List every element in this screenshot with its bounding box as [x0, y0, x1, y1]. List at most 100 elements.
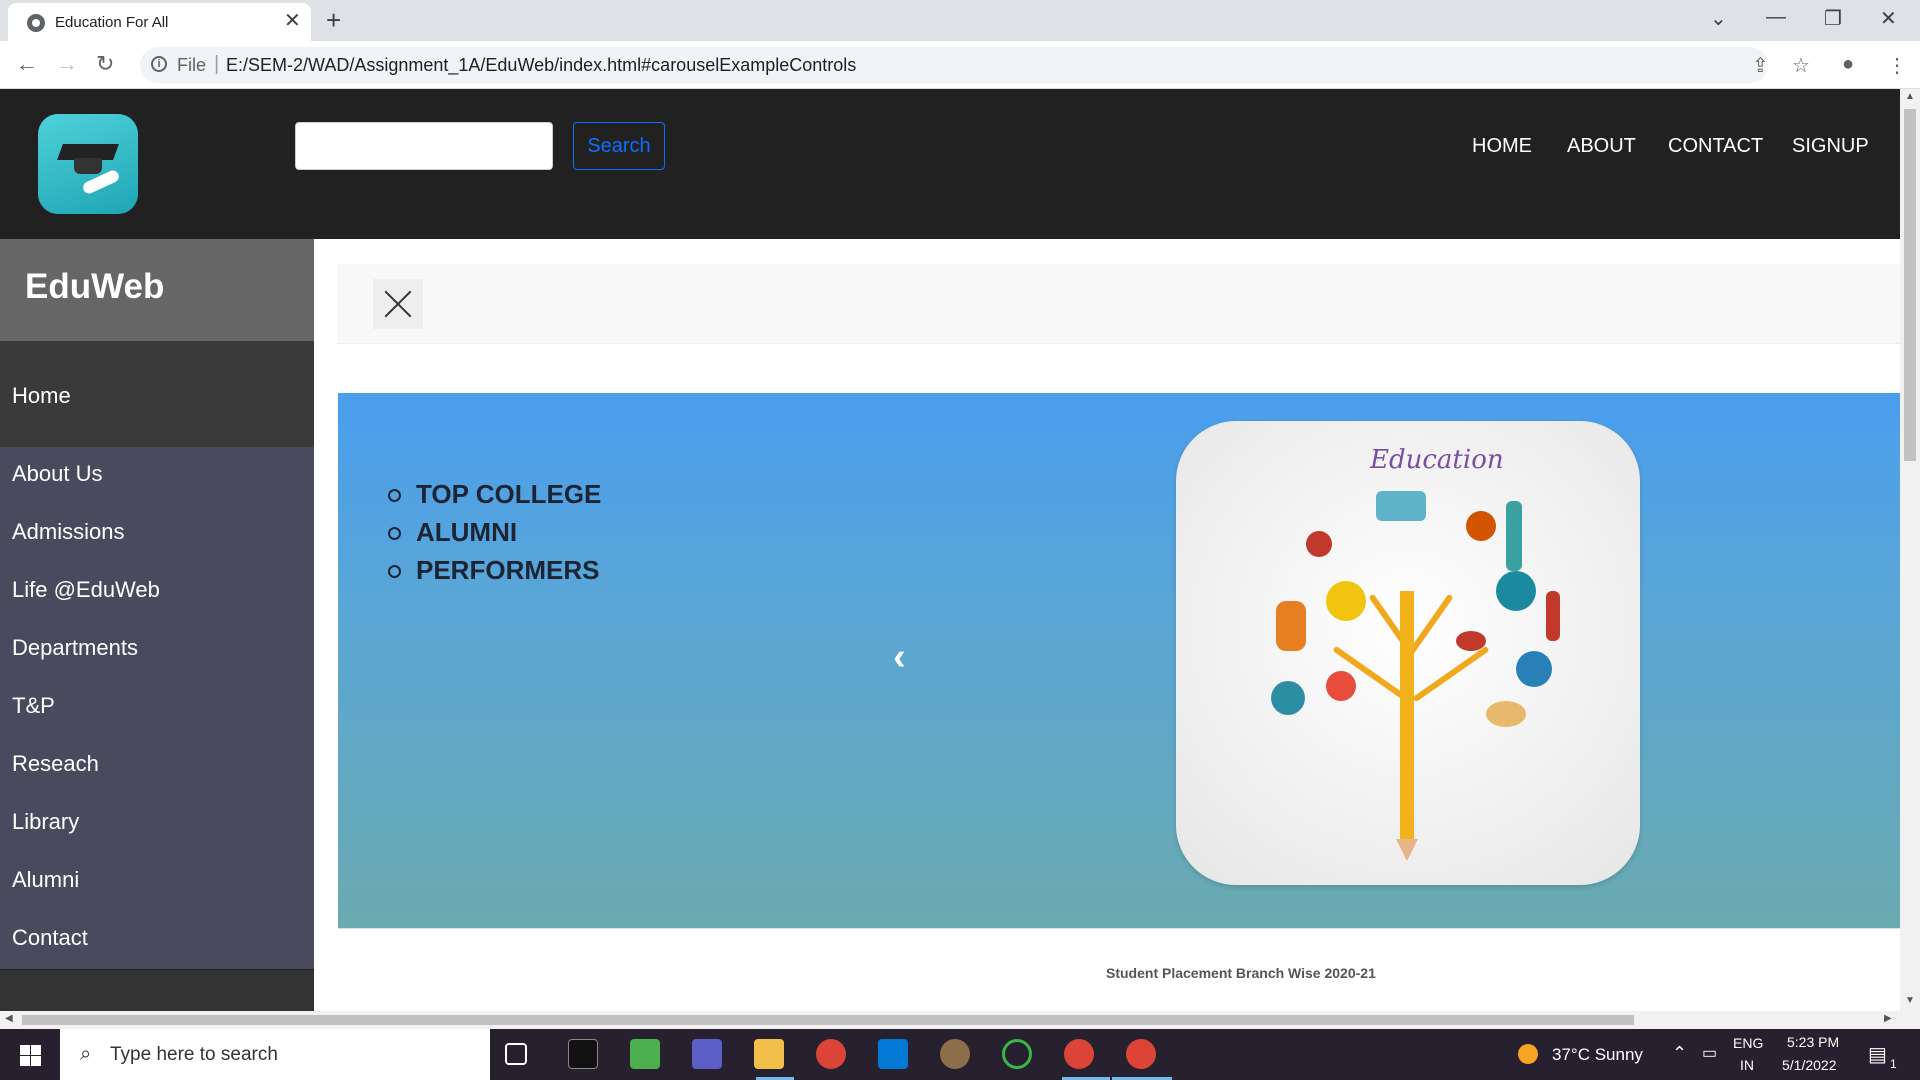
sidebar-item-tnp[interactable]: T&P — [12, 693, 55, 719]
minimize-button[interactable]: — — [1766, 6, 1786, 29]
doodle — [1276, 601, 1306, 651]
start-tile — [20, 1045, 30, 1055]
sidebar-item-departments[interactable]: Departments — [12, 635, 138, 661]
sync-app-icon[interactable] — [1002, 1039, 1032, 1069]
browser-tab[interactable]: Education For All ✕ — [8, 3, 311, 41]
activation-watermark-text: Go to Settings to activate Windows. — [1555, 960, 1808, 977]
task-view-icon[interactable] — [505, 1043, 527, 1065]
notification-icon[interactable]: ▤ — [1868, 1042, 1887, 1067]
doodle — [1466, 511, 1496, 541]
taskbar-search-box[interactable]: ⌕ Type here to search — [60, 1029, 490, 1080]
sidebar-item-admissions[interactable]: Admissions — [12, 519, 124, 545]
weather-text[interactable]: 37°C Sunny — [1552, 1045, 1643, 1065]
horizontal-scrollbar[interactable]: ◀ ▶ — [0, 1011, 1920, 1029]
start-tile — [31, 1045, 41, 1055]
tab-title: Education For All — [55, 14, 169, 31]
chrome-active-icon[interactable] — [1126, 1039, 1156, 1069]
image-title: Education — [1370, 445, 1504, 475]
scheme-label: File — [177, 55, 207, 75]
scroll-down-icon[interactable]: ▼ — [1905, 995, 1915, 1006]
sidebar-item-contact[interactable]: Contact — [12, 925, 88, 951]
bookmark-star-icon[interactable]: ☆ — [1792, 53, 1810, 78]
carousel-prev-icon[interactable]: ‹ — [893, 636, 906, 679]
horizontal-scroll-thumb[interactable] — [22, 1015, 1634, 1025]
activation-watermark-title: Activate Windows — [1555, 926, 1745, 953]
tab-close-icon[interactable]: ✕ — [284, 11, 301, 31]
sidebar-item-life[interactable]: Life @EduWeb — [12, 577, 160, 603]
web-page: Search HOME ABOUT CONTACT SIGNUP EduWeb … — [0, 89, 1900, 1011]
tray-chevron-icon[interactable]: ⌃ — [1672, 1043, 1687, 1064]
forward-icon[interactable]: → — [56, 51, 78, 77]
tab-search-icon[interactable]: ⌄ — [1710, 6, 1727, 31]
restore-button[interactable]: ❐ — [1824, 6, 1842, 31]
new-tab-button[interactable]: + — [326, 7, 341, 33]
nav-contact-link[interactable]: CONTACT — [1668, 135, 1763, 158]
close-sidebar-button[interactable] — [373, 279, 423, 329]
clock-time[interactable]: 5:23 PM — [1787, 1034, 1839, 1050]
info-icon[interactable]: i — [151, 56, 167, 72]
nav-signup-link[interactable]: SIGNUP — [1792, 135, 1869, 158]
photos-icon[interactable] — [630, 1039, 660, 1069]
doodle — [1506, 501, 1522, 571]
sidebar-brand: EduWeb — [0, 239, 314, 341]
doodle — [1516, 651, 1552, 687]
profile-icon[interactable]: ● — [1842, 53, 1854, 76]
sidebar-item-library[interactable]: Library — [12, 809, 79, 835]
address-bar-row: ← → ↻ i File | E:/SEM-2/WAD/Assignment_1… — [0, 41, 1920, 89]
notification-badge: 1 — [1890, 1057, 1897, 1071]
sidebar-item-research[interactable]: Reseach — [12, 751, 99, 777]
app-icon[interactable] — [940, 1039, 970, 1069]
language-code[interactable]: ENG — [1733, 1035, 1763, 1051]
sidebar-item-about-us[interactable]: About Us — [12, 461, 103, 487]
scroll-up-icon[interactable]: ▲ — [1905, 91, 1915, 102]
menu-kebab-icon[interactable]: ⋮ — [1887, 53, 1907, 78]
sidebar: EduWeb Home About Us Admissions Life @Ed… — [0, 239, 314, 1011]
doodle — [1496, 571, 1536, 611]
scroll-right-icon[interactable]: ▶ — [1884, 1013, 1892, 1024]
doodle — [1456, 631, 1486, 651]
vertical-scroll-thumb[interactable] — [1904, 109, 1916, 461]
search-icon: ⌕ — [80, 1043, 92, 1065]
doodle — [1486, 701, 1526, 727]
language-region: IN — [1740, 1057, 1754, 1073]
sidebar-item-alumni[interactable]: Alumni — [12, 867, 79, 893]
share-icon[interactable]: ⇪ — [1752, 53, 1769, 78]
windows-taskbar: ⌕ Type here to search 37°C Sunny ⌃ ▭ ENG… — [0, 1029, 1920, 1080]
nav-about-link[interactable]: ABOUT — [1567, 135, 1636, 158]
file-explorer-icon[interactable] — [754, 1039, 784, 1069]
sidebar-item-home[interactable]: Home — [0, 341, 314, 447]
browser-tab-bar: Education For All ✕ + ⌄ — ❐ ✕ — [0, 0, 1920, 41]
sidebar-item-label: Home — [12, 383, 71, 408]
vertical-scrollbar[interactable]: ▲ ▼ — [1900, 89, 1920, 1011]
doodle — [1306, 531, 1332, 557]
cap-base — [74, 158, 102, 174]
list-item: TOP COLLEGE — [388, 475, 601, 513]
list-item: PERFORMERS — [388, 551, 601, 589]
windows-start-icon[interactable] — [0, 1029, 60, 1080]
doodle — [1376, 491, 1426, 521]
search-button[interactable]: Search — [573, 122, 665, 170]
address-input[interactable]: i File | E:/SEM-2/WAD/Assignment_1A/EduW… — [140, 47, 1768, 83]
nav-home-link[interactable]: HOME — [1472, 135, 1532, 158]
chrome-icon[interactable] — [816, 1039, 846, 1069]
weather-icon[interactable] — [1518, 1044, 1538, 1064]
chart-title: Student Placement Branch Wise 2020-21 — [1106, 965, 1376, 981]
back-icon[interactable]: ← — [16, 51, 38, 77]
site-logo[interactable] — [38, 114, 138, 214]
url-text[interactable]: E:/SEM-2/WAD/Assignment_1A/EduWeb/index.… — [226, 55, 856, 76]
terminal-icon[interactable] — [568, 1039, 598, 1069]
separator: | — [214, 53, 220, 75]
tree-branch — [1412, 645, 1490, 703]
doodle — [1326, 581, 1366, 621]
reload-icon[interactable]: ↻ — [96, 51, 114, 77]
scroll-left-icon[interactable]: ◀ — [5, 1013, 13, 1024]
search-input[interactable] — [295, 122, 553, 170]
doodle — [1326, 671, 1356, 701]
start-tile — [20, 1056, 30, 1066]
chrome-profile-icon[interactable] — [1064, 1039, 1094, 1069]
network-icon[interactable]: ▭ — [1702, 1043, 1717, 1063]
teams-icon[interactable] — [692, 1039, 722, 1069]
window-close-button[interactable]: ✕ — [1880, 6, 1897, 31]
vscode-icon[interactable] — [878, 1039, 908, 1069]
globe-icon — [27, 14, 45, 32]
